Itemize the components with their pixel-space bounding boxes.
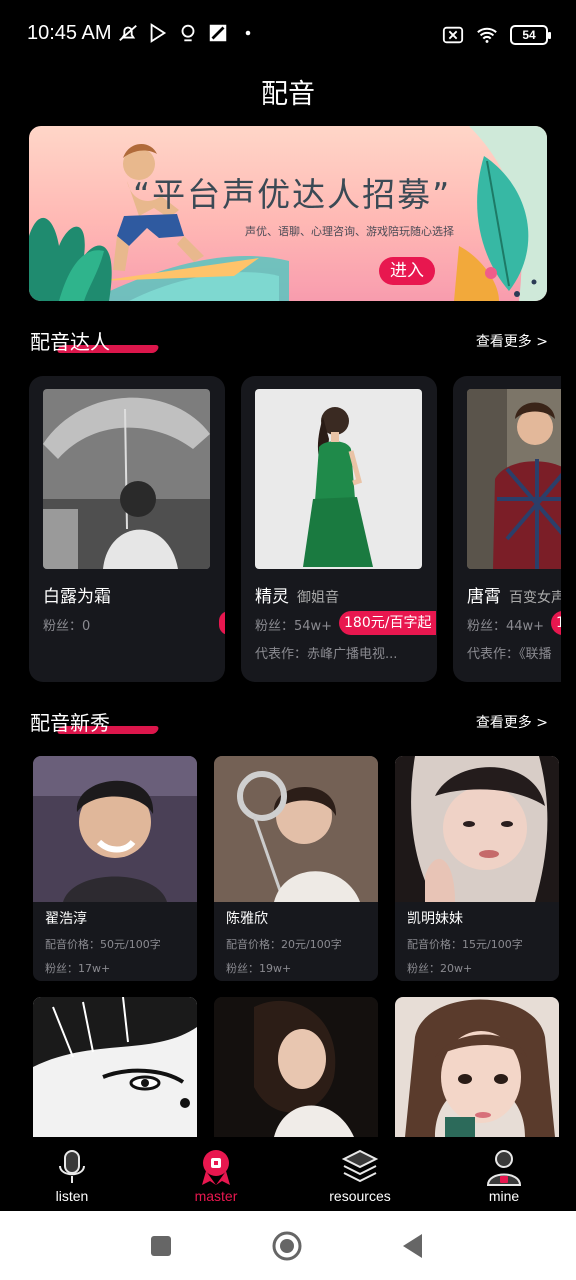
battery-indicator: 54 — [510, 25, 551, 45]
nav-mine[interactable]: mine — [454, 1147, 554, 1204]
new-talent-card[interactable]: 翟浩淳 配音价格：50元/100字 粉丝：17w+ — [33, 756, 197, 981]
nav-listen[interactable]: listen — [22, 1147, 122, 1204]
talent-price-badge: 180元/百字起 — [339, 611, 437, 635]
talent-price-badge: 1 — [551, 611, 561, 635]
banner-subtitle: 声优、语聊、心理咨询、游戏陪玩随心选择 — [245, 225, 454, 238]
page-title: 配音 — [261, 79, 315, 110]
mute-notification-icon — [119, 24, 137, 42]
talent-name: 精灵 御姐音 — [255, 587, 339, 607]
wifi-icon — [477, 27, 497, 43]
talent-fans: 粉丝：0 — [43, 619, 91, 634]
new-talent-price: 配音价格：15元/100字 — [407, 938, 523, 951]
talent-price-badge — [219, 611, 225, 635]
recruit-banner[interactable]: “平台声优达人招募” 声优、语聊、心理咨询、游戏陪玩随心选择 进入 — [29, 126, 547, 301]
home-button[interactable] — [272, 1231, 302, 1261]
nav-mine-label: mine — [488, 1188, 520, 1204]
new-talent-photo — [33, 756, 197, 902]
talent-photo — [255, 389, 422, 569]
new-talent-photo — [214, 997, 378, 1137]
no-sim-icon — [442, 26, 464, 44]
nav-listen-label: listen — [55, 1188, 89, 1204]
play-store-icon — [150, 23, 167, 43]
talent-fans: 粉丝：44w+ — [467, 619, 545, 634]
talent-card[interactable]: 唐霄 百变女声 粉丝：44w+ 1 代表作：《联播 — [453, 376, 561, 682]
new-talent-price: 配音价格：50元/100字 — [45, 938, 161, 951]
talent-voice-type: 御姐音 — [297, 590, 339, 606]
new-section-header: 配音新秀 查看更多 > — [30, 707, 548, 737]
nav-resources-label: resources — [329, 1188, 391, 1204]
new-talent-price: 配音价格：20元/100字 — [226, 938, 342, 951]
status-time: 10:45 AM — [27, 22, 112, 44]
new-talent-photo — [395, 756, 559, 902]
talent-card[interactable]: 精灵 御姐音 粉丝：54w+ 180元/百字起 代表作：赤峰广播电视... — [241, 376, 437, 682]
new-talent-fans: 粉丝：19w+ — [226, 962, 292, 975]
new-see-more-link[interactable]: 查看更多 > — [476, 712, 548, 732]
nav-resources[interactable]: resources — [310, 1147, 410, 1204]
new-talent-name: 陈雅欣 — [226, 911, 268, 927]
new-talent-photo — [395, 997, 559, 1137]
new-talent-card[interactable] — [214, 997, 378, 1137]
nav-master[interactable]: master — [166, 1147, 266, 1204]
user-icon — [486, 1150, 522, 1186]
talent-section-header: 配音达人 查看更多 > — [30, 326, 548, 356]
talent-name: 唐霄 百变女声 — [467, 582, 561, 607]
banner-title: “平台声优达人招募” — [133, 175, 452, 214]
new-talent-card[interactable] — [395, 997, 559, 1137]
talent-fans: 粉丝：54w+ — [255, 619, 333, 634]
new-talent-fans: 粉丝：17w+ — [45, 962, 111, 975]
new-talent-name: 翟浩淳 — [45, 911, 87, 927]
location-icon — [181, 24, 195, 42]
bottom-nav: listen master resources mine — [0, 1137, 576, 1211]
new-talent-card[interactable]: 凯明妹妹 配音价格：15元/100字 粉丝：20w+ — [395, 756, 559, 981]
new-talent-photo — [214, 756, 378, 902]
new-talent-card[interactable]: 陈雅欣 配音价格：20元/100字 粉丝：19w+ — [214, 756, 378, 981]
recents-button[interactable] — [146, 1231, 176, 1261]
talent-works: 代表作：赤峰广播电视... — [255, 647, 398, 662]
talent-carousel[interactable]: 白露为霜 粉丝：0 精灵 御姐音 粉丝：54w+ 180元/百字起 代表作：赤峰广… — [29, 376, 561, 682]
talent-voice-type: 百变女声 — [509, 590, 561, 606]
app-notification-icon — [209, 24, 227, 42]
talent-photo — [467, 389, 561, 569]
status-bar: 10:45 AM 54 — [0, 0, 576, 70]
new-talent-fans: 粉丝：20w+ — [407, 962, 473, 975]
dot-icon — [245, 30, 251, 36]
nav-master-label: master — [194, 1188, 238, 1204]
system-nav-bar — [0, 1211, 576, 1280]
talent-section-title: 配音达人 — [30, 330, 110, 354]
talent-works: 代表作：《联播 — [467, 647, 552, 662]
new-talent-card[interactable] — [33, 997, 197, 1137]
talent-card[interactable]: 白露为霜 粉丝：0 — [29, 376, 225, 682]
talent-photo — [43, 389, 210, 569]
new-section-title: 配音新秀 — [30, 711, 110, 735]
new-talent-photo — [33, 997, 197, 1137]
medal-icon — [202, 1150, 230, 1185]
back-button[interactable] — [398, 1231, 428, 1261]
enter-button[interactable]: 进入 — [379, 257, 435, 285]
new-talent-name: 凯明妹妹 — [407, 911, 463, 927]
microphone-icon — [59, 1150, 85, 1183]
layers-icon — [341, 1149, 379, 1183]
talent-name: 白露为霜 — [43, 587, 111, 607]
talent-see-more-link[interactable]: 查看更多 > — [476, 331, 548, 351]
